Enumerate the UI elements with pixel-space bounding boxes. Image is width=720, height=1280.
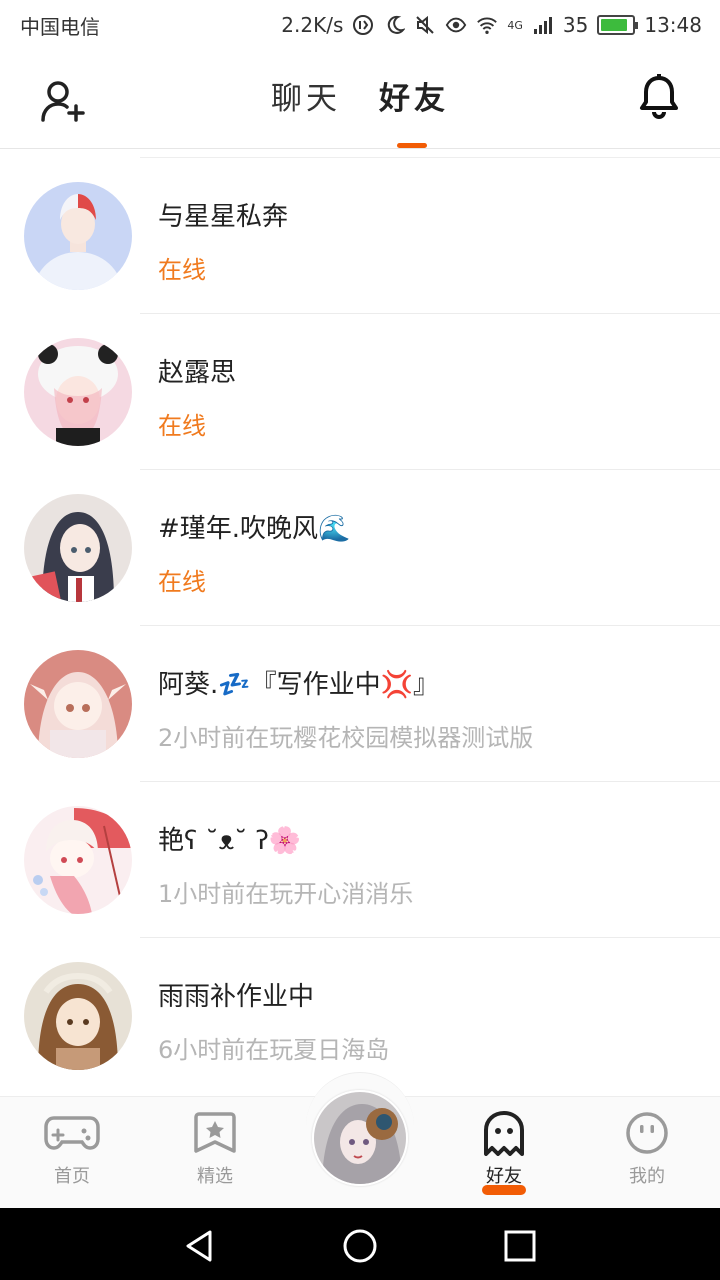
network-speed: 2.2K/s: [281, 13, 344, 37]
eye-icon: [445, 14, 467, 36]
recents-icon[interactable]: [500, 1226, 540, 1266]
signal-percent: 35: [562, 13, 589, 37]
tab-friends-label: 好友: [379, 81, 449, 117]
friend-name: 阿葵.💤『写作业中💢』: [158, 670, 440, 700]
home-icon[interactable]: [340, 1226, 380, 1266]
avatar[interactable]: [24, 650, 132, 758]
profile-avatar-button[interactable]: [312, 1090, 408, 1186]
friends-screen: 中国电信 2.2K/s 4G 35 13:48 聊天 好友 与星星私奔 在线 赵…: [0, 0, 720, 1280]
back-icon[interactable]: [180, 1226, 220, 1266]
friend-status: 在线: [158, 412, 206, 440]
top-header: 聊天 好友: [0, 50, 720, 148]
bell-icon[interactable]: [638, 74, 680, 120]
avatar[interactable]: [24, 806, 132, 914]
carrier-label: 中国电信: [20, 14, 100, 39]
gamepad-icon: [44, 1116, 100, 1150]
star-bookmark-icon: [194, 1112, 236, 1153]
data-usage-icon: [352, 14, 374, 36]
clock: 13:48: [644, 13, 702, 37]
nav-item-featured[interactable]: 精选: [165, 1110, 265, 1188]
nav-label-home: 首页: [54, 1166, 90, 1187]
nav-label-featured: 精选: [197, 1166, 233, 1187]
friend-list-item[interactable]: 艳ʕ ˘ᴥ˘ ʔ🌸 1小时前在玩开心消消乐: [0, 782, 720, 938]
nav-label-friends: 好友: [486, 1166, 522, 1187]
nav-item-home[interactable]: 首页: [22, 1110, 122, 1188]
tab-chat-label: 聊天: [271, 81, 341, 117]
friend-status: 在线: [158, 256, 206, 284]
friend-name: 赵露思: [158, 358, 237, 388]
tab-chat[interactable]: 聊天: [271, 50, 341, 148]
status-indicators: 2.2K/s 4G 35 13:48: [281, 13, 702, 37]
mute-icon: [414, 14, 436, 36]
smiley-face-icon: [626, 1112, 668, 1154]
friend-list-item[interactable]: 雨雨补作业中 6小时前在玩夏日海岛: [0, 938, 720, 1094]
battery-icon: [597, 15, 639, 35]
avatar[interactable]: [24, 494, 132, 602]
tab-bar: 聊天 好友: [0, 50, 720, 148]
friend-status: 在线: [158, 568, 206, 596]
friend-name: 艳ʕ ˘ᴥ˘ ʔ🌸: [158, 826, 302, 856]
nav-item-me[interactable]: 我的: [597, 1110, 697, 1188]
status-bar: 中国电信 2.2K/s 4G 35 13:48: [0, 0, 720, 50]
avatar[interactable]: [24, 338, 132, 446]
battery-level: [601, 19, 627, 31]
friend-list-item[interactable]: #瑾年.吹晚风🌊 在线: [0, 470, 720, 626]
nav-label-me: 我的: [629, 1166, 665, 1187]
friend-list-item[interactable]: 赵露思 在线: [0, 314, 720, 470]
avatar[interactable]: [24, 182, 132, 290]
friend-list: 与星星私奔 在线 赵露思 在线 #瑾年.吹晚风🌊 在线 阿葵.💤『写作业中💢』 …: [0, 158, 720, 1094]
avatar[interactable]: [24, 962, 132, 1070]
nav-item-friends[interactable]: 好友: [454, 1110, 554, 1195]
friend-status: 2小时前在玩樱花校园模拟器测试版: [158, 724, 534, 752]
wifi-icon: [476, 14, 498, 36]
moon-icon: [383, 14, 406, 36]
friend-name: 雨雨补作业中: [158, 982, 315, 1012]
ghost-icon: [484, 1111, 524, 1156]
friend-list-item[interactable]: 阿葵.💤『写作业中💢』 2小时前在玩樱花校园模拟器测试版: [0, 626, 720, 782]
tab-friends[interactable]: 好友: [379, 50, 449, 148]
friend-name: #瑾年.吹晚风🌊: [158, 514, 351, 544]
friend-status: 1小时前在玩开心消消乐: [158, 880, 414, 908]
friend-name: 与星星私奔: [158, 202, 289, 232]
system-nav-bar: [0, 1208, 720, 1280]
friend-list-item[interactable]: 与星星私奔 在线: [0, 158, 720, 314]
friend-status: 6小时前在玩夏日海岛: [158, 1036, 390, 1064]
network-type: 4G: [507, 18, 523, 32]
signal-icon: [532, 14, 554, 36]
header-divider: [0, 148, 720, 149]
